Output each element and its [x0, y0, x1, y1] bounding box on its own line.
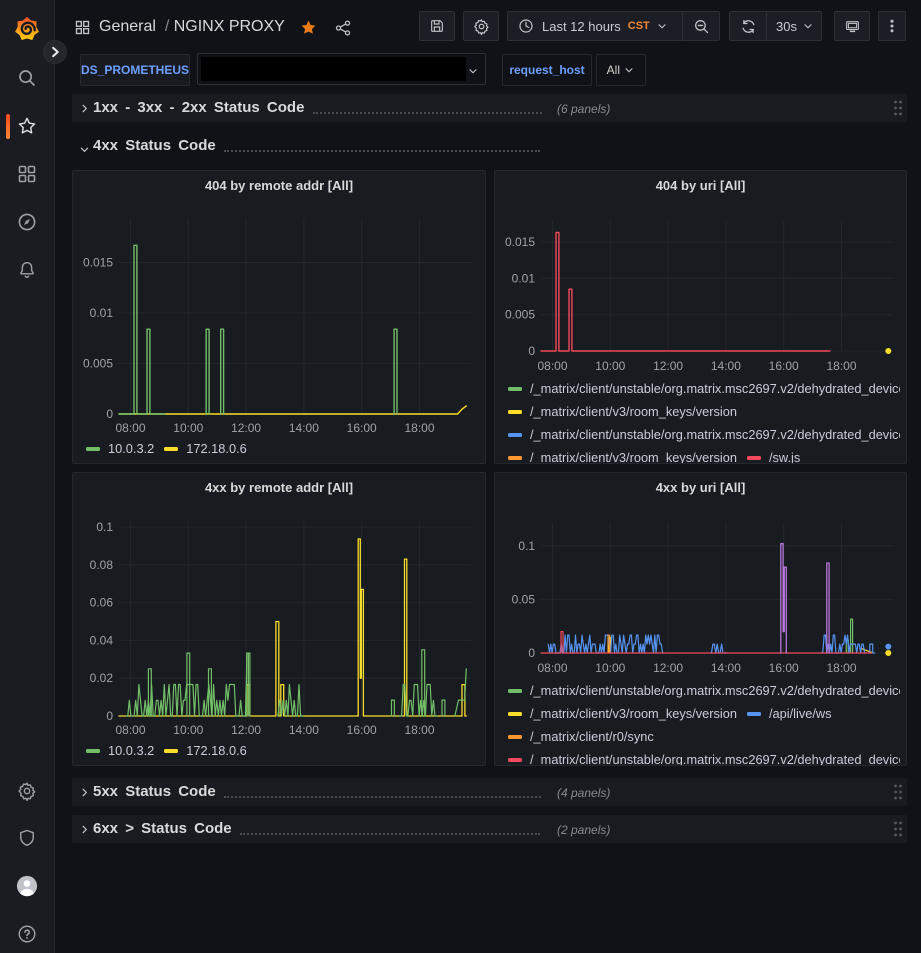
svg-text:0.05: 0.05	[512, 592, 536, 606]
svg-text:0.08: 0.08	[90, 558, 114, 572]
svg-text:0: 0	[106, 407, 113, 421]
svg-text:10:00: 10:00	[595, 661, 625, 675]
svg-text:0.1: 0.1	[518, 539, 535, 553]
svg-text:0: 0	[106, 709, 113, 723]
svg-text:0.1: 0.1	[96, 520, 113, 534]
svg-text:0.02: 0.02	[90, 671, 114, 685]
svg-text:08:00: 08:00	[115, 421, 145, 435]
svg-text:18:00: 18:00	[826, 661, 856, 675]
svg-text:10:00: 10:00	[173, 723, 203, 737]
svg-text:10:00: 10:00	[173, 421, 203, 435]
svg-text:0.06: 0.06	[90, 596, 114, 610]
svg-text:12:00: 12:00	[231, 421, 261, 435]
svg-text:12:00: 12:00	[653, 661, 683, 675]
svg-text:0.015: 0.015	[505, 235, 535, 249]
svg-text:18:00: 18:00	[404, 723, 434, 737]
svg-text:16:00: 16:00	[769, 359, 799, 373]
svg-text:0.01: 0.01	[512, 271, 536, 285]
svg-text:0: 0	[528, 344, 535, 358]
svg-text:0.005: 0.005	[83, 357, 113, 371]
svg-text:0.005: 0.005	[505, 308, 535, 322]
svg-text:0.015: 0.015	[83, 256, 113, 270]
svg-text:18:00: 18:00	[404, 421, 434, 435]
svg-text:10:00: 10:00	[595, 359, 625, 373]
svg-text:0.01: 0.01	[90, 306, 114, 320]
svg-text:0.04: 0.04	[90, 633, 114, 647]
svg-text:16:00: 16:00	[347, 723, 377, 737]
svg-text:08:00: 08:00	[115, 723, 145, 737]
svg-text:16:00: 16:00	[347, 421, 377, 435]
svg-text:12:00: 12:00	[653, 359, 683, 373]
svg-text:12:00: 12:00	[231, 723, 261, 737]
svg-text:14:00: 14:00	[289, 723, 319, 737]
svg-text:14:00: 14:00	[289, 421, 319, 435]
svg-text:14:00: 14:00	[711, 661, 741, 675]
svg-text:16:00: 16:00	[769, 661, 799, 675]
svg-text:18:00: 18:00	[826, 359, 856, 373]
svg-text:0: 0	[528, 646, 535, 660]
svg-text:08:00: 08:00	[537, 661, 567, 675]
svg-text:08:00: 08:00	[537, 359, 567, 373]
svg-text:14:00: 14:00	[711, 359, 741, 373]
